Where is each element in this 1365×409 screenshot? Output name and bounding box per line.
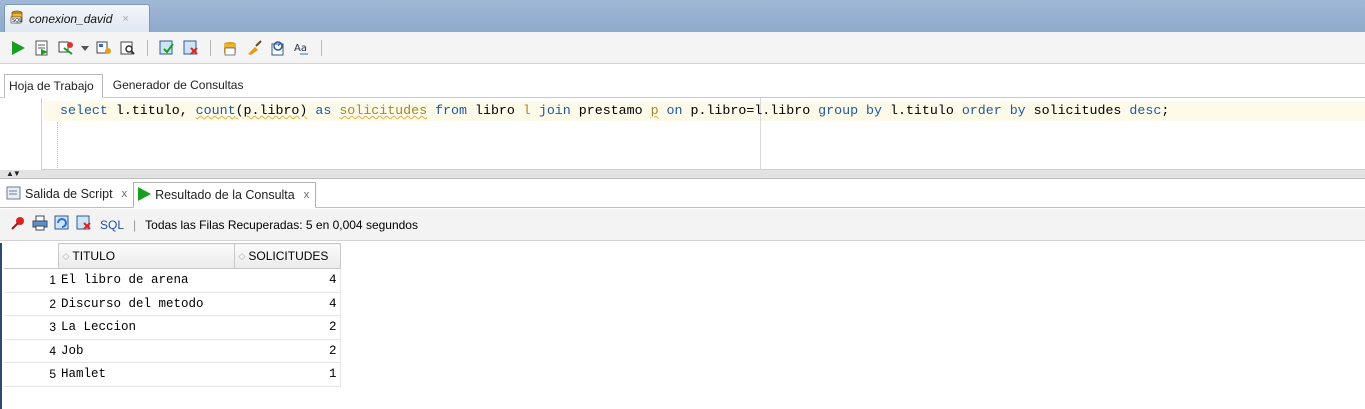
run-statement-icon[interactable]: [8, 38, 28, 58]
sort-icon[interactable]: ◇: [239, 251, 246, 262]
sql-editor[interactable]: select l.titulo, count(p.libro) as solic…: [0, 98, 1365, 170]
table-row[interactable]: 5 Hamlet 1: [4, 362, 341, 387]
row-number: 4: [4, 339, 58, 363]
row-number: 5: [4, 362, 58, 387]
sql-token: solicitudes: [339, 103, 428, 118]
editor-gutter: [0, 98, 42, 170]
tab-query-result[interactable]: Resultado de la Consulta x: [133, 182, 317, 208]
toolbar-separator: [147, 39, 148, 56]
fetch-status-text: Todas las Filas Recuperadas: 5 en 0,004 …: [145, 217, 418, 232]
sql-token: libro: [474, 103, 523, 118]
tab-hoja-de-trabajo[interactable]: Hoja de Trabajo: [4, 74, 103, 98]
worksheet-tabs: Hoja de Trabajo Generador de Consultas: [0, 72, 1365, 98]
sql-token: desc: [1129, 103, 1162, 118]
column-header-label: SOLICITUDES: [248, 249, 329, 263]
sql-token: (p.libro): [235, 103, 308, 118]
autotrace-icon[interactable]: [56, 38, 76, 58]
tab-script-output-close-icon[interactable]: x: [122, 188, 128, 200]
run-result-icon: [136, 186, 152, 205]
rollback-icon[interactable]: [181, 38, 201, 58]
table-row[interactable]: 1 El libro de arena 4: [4, 268, 341, 293]
refresh-icon[interactable]: [54, 215, 70, 234]
cell-solicitudes[interactable]: 4: [234, 268, 341, 293]
row-number: 3: [4, 315, 58, 340]
row-number: 1: [4, 268, 58, 293]
sql-token: solicitudes: [1033, 103, 1130, 118]
cell-solicitudes[interactable]: 2: [234, 339, 341, 363]
column-header-label: TITULO: [72, 249, 116, 263]
sql-token: order by: [961, 103, 1034, 118]
sql-token: l.titulo,: [115, 103, 196, 118]
script-output-icon: [6, 185, 22, 204]
sql-token: join: [530, 103, 579, 118]
cell-solicitudes[interactable]: 1: [234, 362, 341, 387]
table-row[interactable]: 4 Job 2: [4, 339, 341, 363]
sql-token: p: [650, 103, 659, 118]
sql-token: on: [658, 103, 691, 118]
cell-titulo[interactable]: El libro de arena: [58, 268, 234, 293]
sql-token: group by: [818, 103, 890, 118]
tab-query-result-label: Resultado de la Consulta: [155, 188, 295, 202]
toolbar-separator: [321, 39, 322, 56]
sql-connection-icon: SQL: [9, 9, 25, 28]
sql-token: l.titulo: [889, 103, 962, 118]
format-icon[interactable]: Aa: [292, 38, 312, 58]
sql-link[interactable]: SQL: [100, 218, 124, 232]
tab-generador-de-consultas[interactable]: Generador de Consultas: [103, 73, 254, 97]
tab-script-output[interactable]: Salida de Script x: [4, 181, 133, 207]
row-number-header: [4, 243, 59, 269]
run-script-icon[interactable]: [32, 38, 52, 58]
sql-tuning-icon[interactable]: [118, 38, 138, 58]
table-row[interactable]: 2 Discurso del metodo 4: [4, 292, 341, 316]
pin-icon[interactable]: [10, 215, 26, 234]
sort-icon[interactable]: ◇: [63, 251, 70, 262]
svg-text:Aa: Aa: [294, 43, 307, 54]
toolbar-separator: [210, 39, 211, 56]
clear-icon[interactable]: [244, 38, 264, 58]
cell-titulo[interactable]: Discurso del metodo: [58, 292, 234, 316]
dropdown-chevron-icon[interactable]: [80, 38, 90, 58]
sql-history-icon[interactable]: [220, 38, 240, 58]
cell-solicitudes[interactable]: 4: [234, 292, 341, 316]
sql-token: count: [195, 103, 236, 118]
connection-tab[interactable]: SQL conexion_david ×: [4, 4, 150, 32]
cell-titulo[interactable]: La Leccion: [58, 315, 234, 340]
explain-plan-icon[interactable]: [94, 38, 114, 58]
sql-token: from: [427, 103, 475, 118]
result-toolbar: SQL | Todas las Filas Recuperadas: 5 en …: [0, 209, 1365, 241]
panel-left-edge: [0, 243, 2, 409]
worksheet-toolbar: Aa: [0, 32, 1365, 64]
tab-query-result-close-icon[interactable]: x: [304, 189, 310, 201]
cancel-query-icon[interactable]: [76, 215, 92, 234]
row-number: 2: [4, 292, 58, 316]
result-grid[interactable]: ◇ TITULO ◇ SOLICITUDES 1 El libro de arena…: [4, 243, 341, 387]
column-header-solicitudes[interactable]: ◇ SOLICITUDES: [233, 243, 341, 269]
sql-token: ;: [1161, 103, 1170, 118]
sql-tuning-advisor-icon[interactable]: [268, 38, 288, 58]
indent-guide: [57, 122, 58, 168]
result-tabs: Salida de Script x Resultado de la Consu…: [0, 180, 1365, 208]
print-icon[interactable]: [32, 215, 48, 234]
cell-titulo[interactable]: Job: [58, 339, 234, 363]
connection-tab-title: conexion_david: [29, 11, 113, 26]
cell-solicitudes[interactable]: 2: [234, 315, 341, 340]
sql-token: p.libro=l.libro: [690, 103, 819, 118]
splitter-arrows-icon[interactable]: ▲▼: [6, 170, 21, 178]
toolbar-divider: |: [133, 217, 137, 232]
commit-icon[interactable]: [157, 38, 177, 58]
cell-titulo[interactable]: Hamlet: [58, 362, 234, 387]
table-row[interactable]: 3 La Leccion 2: [4, 315, 341, 340]
sql-token: prestamo: [578, 103, 651, 118]
document-tab-bar: SQL conexion_david ×: [0, 0, 1365, 32]
sql-token: select: [60, 103, 116, 118]
sql-token: as: [307, 103, 340, 118]
tab-script-output-label: Salida de Script: [25, 187, 113, 201]
svg-text:SQL: SQL: [12, 18, 22, 24]
pane-splitter[interactable]: ▲▼: [0, 170, 1365, 179]
sql-token: l: [522, 103, 531, 118]
connection-tab-close-icon[interactable]: ×: [122, 13, 128, 25]
sql-statement[interactable]: select l.titulo, count(p.libro) as solic…: [60, 103, 1169, 118]
column-header-titulo[interactable]: ◇ TITULO: [57, 243, 235, 269]
